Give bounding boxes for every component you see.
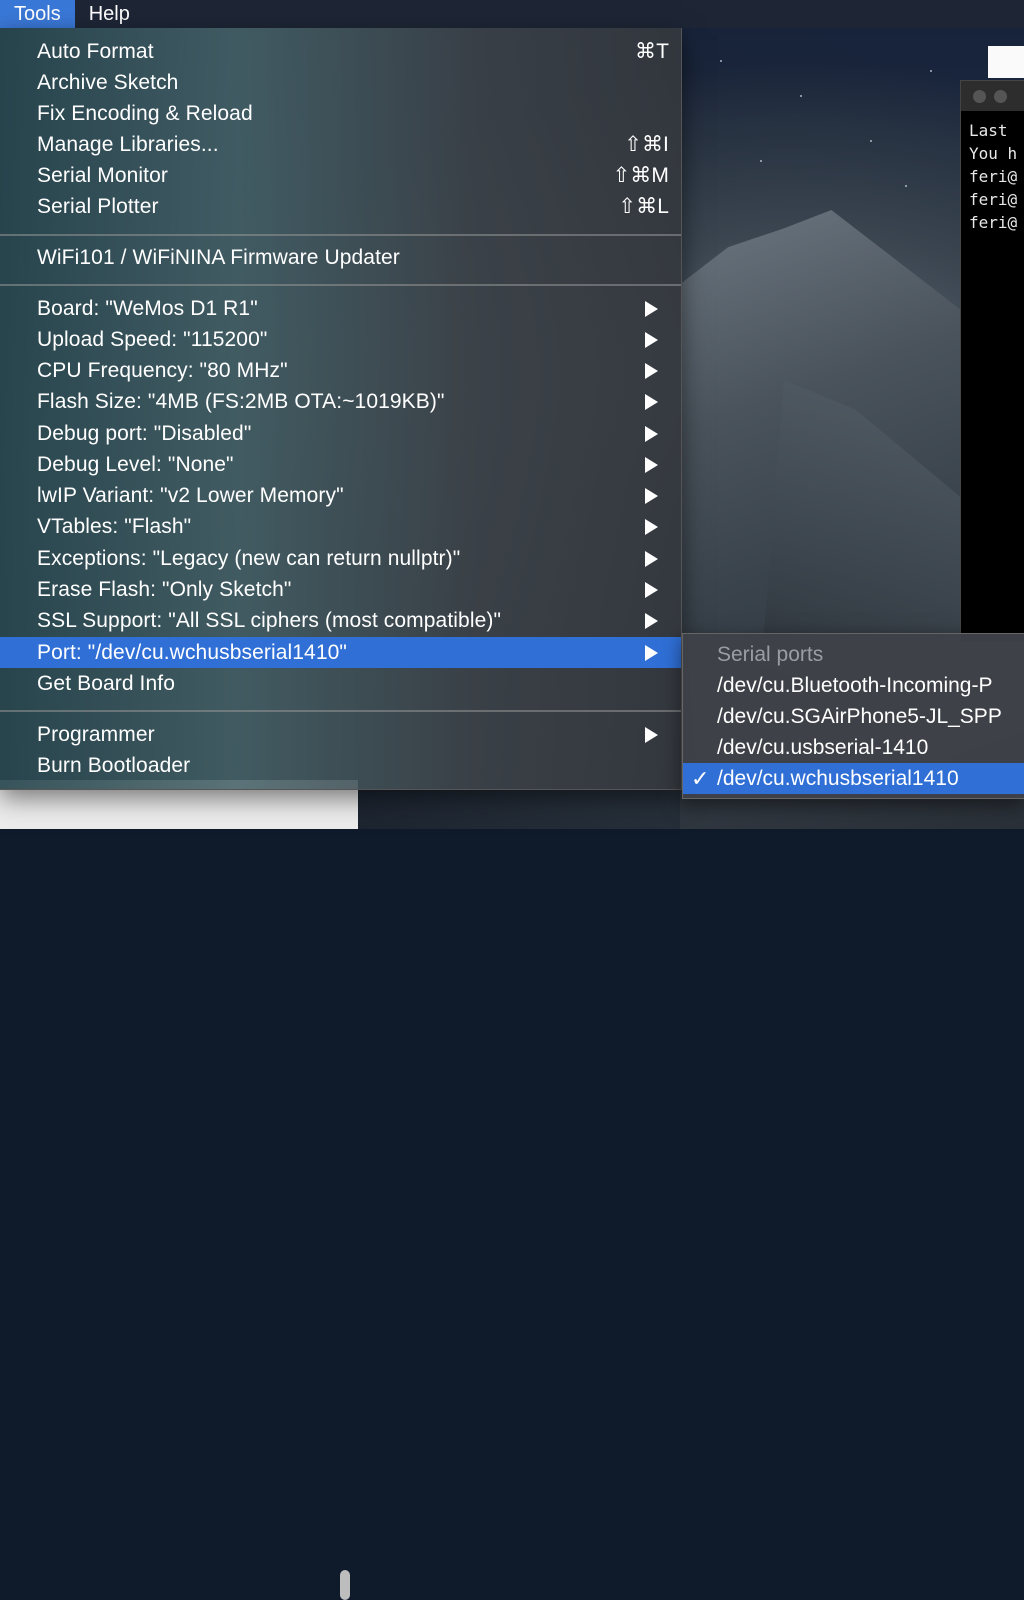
menu-item-erase-flash[interactable]: Erase Flash: "Only Sketch" <box>0 574 681 605</box>
submenu-arrow-icon <box>645 582 658 598</box>
menu-item-label: Board: "WeMos D1 R1" <box>37 296 258 320</box>
menu-item-auto-format[interactable]: Auto Format ⌘T <box>0 36 681 67</box>
menu-separator <box>0 234 681 236</box>
menu-item-label: Debug Level: "None" <box>37 452 234 476</box>
menu-item-label: Exceptions: "Legacy (new can return null… <box>37 546 461 570</box>
submenu-arrow-icon <box>645 488 658 504</box>
submenu-arrow-icon <box>645 645 658 661</box>
port-option-label: /dev/cu.wchusbserial1410 <box>717 766 959 790</box>
submenu-arrow-icon <box>645 727 658 743</box>
background-window-fragment <box>988 46 1024 78</box>
menu-item-board[interactable]: Board: "WeMos D1 R1" <box>0 293 681 324</box>
menu-item-ssl-support[interactable]: SSL Support: "All SSL ciphers (most comp… <box>0 605 681 636</box>
terminal-window[interactable]: Last You h feri@ feri@ feri@ <box>960 80 1024 642</box>
submenu-arrow-icon <box>645 394 658 410</box>
terminal-titlebar[interactable] <box>961 81 1024 111</box>
terminal-line: You h <box>969 144 1018 163</box>
menu-item-label: Flash Size: "4MB (FS:2MB OTA:~1019KB)" <box>37 389 445 413</box>
menu-item-lwip-variant[interactable]: lwIP Variant: "v2 Lower Memory" <box>0 480 681 511</box>
menu-item-label: SSL Support: "All SSL ciphers (most comp… <box>37 608 502 632</box>
menu-item-vtables[interactable]: VTables: "Flash" <box>0 511 681 542</box>
menu-item-label: Auto Format <box>37 39 154 63</box>
menu-separator <box>0 710 681 712</box>
menu-item-cpu-frequency[interactable]: CPU Frequency: "80 MHz" <box>0 355 681 386</box>
submenu-arrow-icon <box>645 332 658 348</box>
menu-item-fix-encoding[interactable]: Fix Encoding & Reload <box>0 98 681 129</box>
menu-item-label: VTables: "Flash" <box>37 514 192 538</box>
submenu-arrow-icon <box>645 519 658 535</box>
port-option[interactable]: /dev/cu.Bluetooth-Incoming-P <box>683 670 1024 701</box>
menu-item-manage-libraries[interactable]: Manage Libraries... ⇧⌘I <box>0 129 681 160</box>
menu-item-get-board-info[interactable]: Get Board Info <box>0 668 681 699</box>
editor-scrollbar[interactable] <box>340 1570 350 1600</box>
port-submenu: Serial ports /dev/cu.Bluetooth-Incoming-… <box>682 633 1024 799</box>
menu-item-label: Archive Sketch <box>37 70 179 94</box>
menu-item-flash-size[interactable]: Flash Size: "4MB (FS:2MB OTA:~1019KB)" <box>0 386 681 417</box>
menu-item-debug-port[interactable]: Debug port: "Disabled" <box>0 418 681 449</box>
submenu-arrow-icon <box>645 551 658 567</box>
menubar-help[interactable]: Help <box>75 0 144 28</box>
menu-bar: Tools Help <box>0 0 1024 28</box>
port-option[interactable]: /dev/cu.SGAirPhone5-JL_SPP <box>683 701 1024 732</box>
menu-item-label: Burn Bootloader <box>37 753 191 777</box>
submenu-arrow-icon <box>645 363 658 379</box>
menu-item-label: Erase Flash: "Only Sketch" <box>37 577 292 601</box>
port-option[interactable]: /dev/cu.usbserial-1410 <box>683 732 1024 763</box>
minimize-dot-icon[interactable] <box>994 89 1007 103</box>
menu-item-firmware-updater[interactable]: WiFi101 / WiFiNINA Firmware Updater <box>0 242 681 273</box>
menu-item-exceptions[interactable]: Exceptions: "Legacy (new can return null… <box>0 543 681 574</box>
menu-item-shortcut: ⇧⌘L <box>618 195 669 218</box>
menu-item-serial-plotter[interactable]: Serial Plotter ⇧⌘L <box>0 191 681 222</box>
menu-item-label: Upload Speed: "115200" <box>37 327 268 351</box>
terminal-line: feri@ <box>969 190 1018 209</box>
menu-item-label: Manage Libraries... <box>37 132 219 156</box>
menu-item-serial-monitor[interactable]: Serial Monitor ⇧⌘M <box>0 160 681 191</box>
menubar-tools[interactable]: Tools <box>0 0 75 28</box>
menu-item-port[interactable]: Port: "/dev/cu.wchusbserial1410" <box>0 637 681 668</box>
menu-item-label: Programmer <box>37 722 155 746</box>
submenu-header-label: Serial ports <box>717 642 824 666</box>
submenu-arrow-icon <box>645 457 658 473</box>
menu-item-programmer[interactable]: Programmer <box>0 719 681 750</box>
menu-item-label: Fix Encoding & Reload <box>37 101 253 125</box>
menu-item-label: lwIP Variant: "v2 Lower Memory" <box>37 483 344 507</box>
port-option-label: /dev/cu.SGAirPhone5-JL_SPP <box>717 704 1002 728</box>
submenu-arrow-icon <box>645 426 658 442</box>
menu-item-shortcut: ⇧⌘I <box>624 133 669 156</box>
menu-item-shortcut: ⌘T <box>634 40 669 63</box>
terminal-output: Last You h feri@ feri@ feri@ <box>961 111 1024 234</box>
submenu-arrow-icon <box>645 301 658 317</box>
menu-item-burn-bootloader[interactable]: Burn Bootloader <box>0 750 681 781</box>
menu-item-label: Serial Plotter <box>37 194 159 218</box>
submenu-arrow-icon <box>645 613 658 629</box>
menu-item-label: Port: "/dev/cu.wchusbserial1410" <box>37 640 347 664</box>
menu-separator <box>0 284 681 286</box>
terminal-line: feri@ <box>969 213 1018 232</box>
menu-item-label: WiFi101 / WiFiNINA Firmware Updater <box>37 245 400 269</box>
checkmark-icon: ✓ <box>691 765 710 791</box>
submenu-header: Serial ports <box>683 639 1024 670</box>
menu-item-upload-speed[interactable]: Upload Speed: "115200" <box>0 324 681 355</box>
menu-item-archive-sketch[interactable]: Archive Sketch <box>0 67 681 98</box>
terminal-line: Last <box>969 121 1008 140</box>
menu-item-label: Get Board Info <box>37 671 175 695</box>
port-option-label: /dev/cu.Bluetooth-Incoming-P <box>717 673 993 697</box>
menu-item-label: Serial Monitor <box>37 163 168 187</box>
menu-item-debug-level[interactable]: Debug Level: "None" <box>0 449 681 480</box>
port-option-selected[interactable]: ✓ /dev/cu.wchusbserial1410 <box>683 763 1024 794</box>
port-option-label: /dev/cu.usbserial-1410 <box>717 735 929 759</box>
menu-item-shortcut: ⇧⌘M <box>612 164 669 187</box>
menu-item-label: CPU Frequency: "80 MHz" <box>37 358 288 382</box>
menu-item-label: Debug port: "Disabled" <box>37 421 252 445</box>
close-dot-icon[interactable] <box>973 89 986 103</box>
terminal-line: feri@ <box>969 167 1018 186</box>
tools-menu: Auto Format ⌘T Archive Sketch Fix Encodi… <box>0 28 682 790</box>
